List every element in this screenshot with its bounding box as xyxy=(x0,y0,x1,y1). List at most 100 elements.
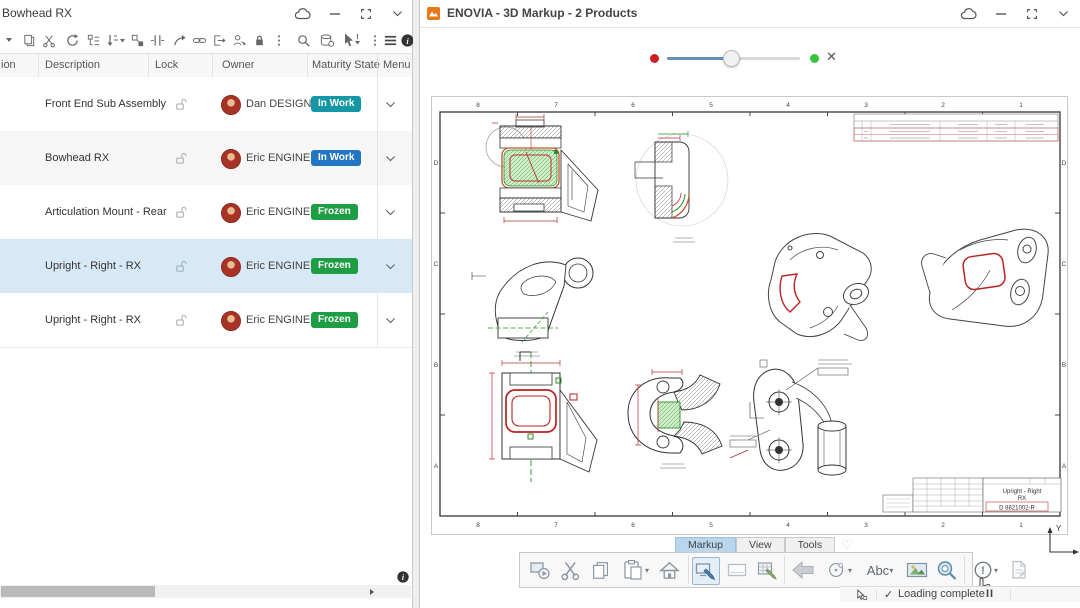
left-toolbar: i xyxy=(0,27,412,54)
scroll-right-icon[interactable] xyxy=(368,588,376,596)
column-header-maturity[interactable]: Maturity State xyxy=(312,54,380,77)
cloud-icon[interactable] xyxy=(960,7,977,21)
grid-edit-icon[interactable] xyxy=(754,557,780,583)
row-menu-chevron-icon[interactable] xyxy=(384,206,397,222)
viewer-tabs: Markup View Tools ♡ xyxy=(675,537,853,553)
titleblock-part-number: D 8821002-R xyxy=(999,506,1035,512)
row-menu-chevron-icon[interactable] xyxy=(384,152,397,168)
table-row-selected[interactable]: Upright - Right - RX Eric ENGINEER Froze… xyxy=(0,239,412,294)
compare-icon[interactable] xyxy=(148,31,166,49)
image-markup-icon[interactable] xyxy=(904,557,930,583)
status-badge: In Work xyxy=(311,150,361,166)
minimize-icon[interactable] xyxy=(329,8,341,20)
caret-down-icon[interactable] xyxy=(0,31,18,49)
sort-icon[interactable] xyxy=(103,31,129,49)
svg-text:B: B xyxy=(1062,362,1066,369)
tab-tools[interactable]: Tools xyxy=(785,537,836,553)
text-tool-icon[interactable]: Abc▾ xyxy=(860,557,900,583)
svg-text:6: 6 xyxy=(631,522,635,529)
apply-media-icon[interactable] xyxy=(527,557,553,583)
status-badge: In Work xyxy=(311,96,361,112)
avatar xyxy=(221,257,241,277)
cloud-icon[interactable] xyxy=(294,7,311,21)
open-in-icon[interactable] xyxy=(210,31,228,49)
table-row[interactable]: Upright - Right - RX Eric ENGINEER Froze… xyxy=(0,293,412,348)
expand-icon[interactable] xyxy=(359,7,373,21)
home-icon[interactable] xyxy=(656,557,682,583)
check-icon: ✓ xyxy=(884,588,893,601)
view-iso-left xyxy=(768,234,872,341)
tab-markup[interactable]: Markup xyxy=(675,537,736,553)
slider-fill xyxy=(667,57,731,60)
svg-text:2: 2 xyxy=(941,522,945,529)
table-row[interactable]: Front End Sub Assembly Dan DESIGNER In W… xyxy=(0,77,412,132)
cut-icon[interactable] xyxy=(40,31,58,49)
share-icon[interactable] xyxy=(170,31,188,49)
measure-icon[interactable] xyxy=(934,557,960,583)
tab-view[interactable]: View xyxy=(736,537,785,553)
more-icon[interactable] xyxy=(270,31,288,49)
svg-text:4: 4 xyxy=(786,522,790,529)
chevron-down-icon[interactable] xyxy=(1057,7,1070,20)
scrollbar-thumb[interactable] xyxy=(1,586,155,597)
search-icon[interactable] xyxy=(294,31,312,49)
pause-icon[interactable]: II xyxy=(986,588,994,600)
close-icon[interactable]: ✕ xyxy=(826,49,837,65)
avatar xyxy=(221,149,241,169)
menu-icon[interactable] xyxy=(381,31,399,49)
horizontal-scrollbar[interactable] xyxy=(0,585,411,598)
markup-toolbar: ▾ ▾ Abc▾ !▾ xyxy=(519,552,973,588)
svg-text:D: D xyxy=(1062,160,1067,167)
table-row[interactable]: Articulation Mount - Rear Eric ENGINEER … xyxy=(0,185,412,240)
svg-text:8: 8 xyxy=(476,522,480,529)
unlock-icon xyxy=(173,312,188,331)
cut-icon[interactable] xyxy=(558,557,584,583)
chevron-down-icon[interactable] xyxy=(391,7,404,20)
refresh-icon[interactable] xyxy=(63,31,81,49)
left-titlebar: Bowhead RX xyxy=(0,0,412,28)
table-header: ion Description Lock Owner Maturity Stat… xyxy=(0,54,412,78)
select-cursor-icon[interactable] xyxy=(340,31,364,49)
markup-display-icon[interactable] xyxy=(692,557,720,585)
copy-icon[interactable] xyxy=(20,31,38,49)
titleblock-part-name: Upright - Right xyxy=(1003,489,1042,495)
slider-thumb[interactable] xyxy=(723,50,740,67)
validate-doc-icon[interactable] xyxy=(1006,557,1032,583)
revision-table xyxy=(854,114,1058,141)
svg-text:4: 4 xyxy=(786,102,790,109)
column-header-description[interactable]: Description xyxy=(45,54,100,77)
avatar xyxy=(221,311,241,331)
back-arrow-icon[interactable] xyxy=(790,557,816,583)
svg-text:A: A xyxy=(1062,463,1067,470)
minimize-icon[interactable] xyxy=(995,8,1007,20)
table-row[interactable]: Bowhead RX Eric ENGINEER In Work xyxy=(0,131,412,186)
column-header-menu[interactable]: Menu xyxy=(383,54,411,77)
expand-icon[interactable] xyxy=(1025,7,1039,21)
datastore-icon[interactable] xyxy=(318,31,336,49)
column-header-owner[interactable]: Owner xyxy=(222,54,254,77)
lock-icon[interactable] xyxy=(250,31,268,49)
svg-text:3: 3 xyxy=(864,102,868,109)
drawing-sheet[interactable]: 87654321 87654321 DCBA DCBA xyxy=(430,90,1070,536)
panel-divider[interactable] xyxy=(413,0,420,608)
row-menu-chevron-icon[interactable] xyxy=(384,98,397,114)
avatar xyxy=(221,95,241,115)
compare-slider: ✕ xyxy=(650,48,850,70)
row-menu-chevron-icon[interactable] xyxy=(384,260,397,276)
favorite-heart-icon[interactable]: ♡ xyxy=(841,537,853,553)
svg-text:C: C xyxy=(1062,261,1067,268)
paste-icon[interactable]: ▾ xyxy=(618,557,652,583)
row-description: Articulation Mount - Rear xyxy=(45,185,167,239)
structure-list-icon[interactable] xyxy=(84,31,102,49)
link-icon[interactable] xyxy=(190,31,208,49)
column-header-lock[interactable]: Lock xyxy=(155,54,178,77)
svg-text:C: C xyxy=(434,261,439,268)
circle-tool-icon[interactable]: ▾ xyxy=(822,557,856,583)
blank-slide-icon[interactable] xyxy=(724,557,750,583)
row-menu-chevron-icon[interactable] xyxy=(384,314,397,330)
relations-icon[interactable] xyxy=(128,31,146,49)
assign-user-icon[interactable] xyxy=(230,31,248,49)
copy-icon[interactable] xyxy=(588,557,614,583)
select-mode-icon[interactable] xyxy=(855,589,868,601)
column-header-action[interactable]: ion xyxy=(1,54,16,77)
